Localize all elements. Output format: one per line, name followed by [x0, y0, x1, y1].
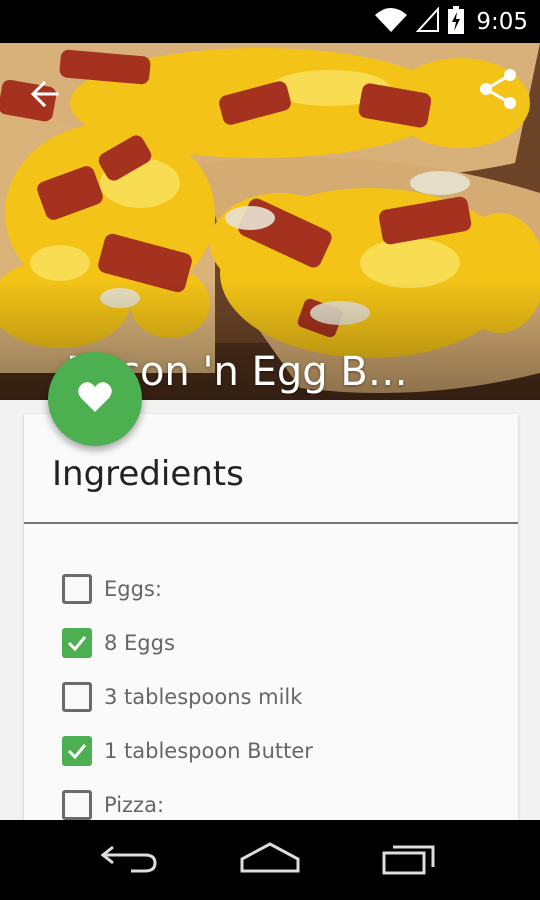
ingredient-checkbox-unchecked[interactable]: [62, 790, 92, 820]
system-nav-bar: [0, 820, 540, 900]
ingredients-heading: Ingredients: [52, 454, 244, 494]
ingredient-label: Eggs:: [104, 577, 162, 601]
checkmark-icon: [67, 636, 87, 652]
checkmark-icon: [67, 744, 87, 760]
arrow-back-icon: [29, 78, 61, 114]
ingredient-label: 3 tablespoons milk: [104, 685, 303, 709]
share-button[interactable]: [472, 65, 524, 117]
nav-recents-button[interactable]: [370, 830, 450, 890]
back-button[interactable]: [22, 73, 68, 119]
ingredient-checkbox-checked[interactable]: [62, 628, 92, 658]
ingredient-checkbox-unchecked[interactable]: [62, 682, 92, 712]
recents-nav-icon: [381, 841, 439, 879]
ingredient-item[interactable]: 8 Eggs: [62, 616, 313, 670]
home-nav-icon: [239, 841, 301, 879]
share-icon: [476, 67, 520, 115]
signal-icon: [416, 5, 440, 37]
ingredient-item[interactable]: 3 tablespoons milk: [62, 670, 313, 724]
favorite-button[interactable]: [48, 352, 142, 446]
status-icons: 9:05: [374, 0, 528, 43]
wifi-icon: [374, 7, 408, 37]
ingredient-list: Eggs: 8 Eggs 3 tablespoons milk 1 tables…: [62, 562, 313, 820]
status-bar: 9:05: [0, 0, 540, 43]
ingredients-card: Ingredients Eggs: 8 Eggs 3 tablespoons m…: [24, 414, 518, 820]
ingredient-item[interactable]: 1 tablespoon Butter: [62, 724, 313, 778]
nav-back-button[interactable]: [90, 830, 170, 890]
heart-icon: [77, 380, 113, 418]
back-nav-icon: [100, 841, 159, 879]
ingredient-item[interactable]: Pizza:: [62, 778, 313, 820]
ingredient-label: Pizza:: [104, 793, 165, 817]
ingredient-label: 8 Eggs: [104, 631, 175, 655]
divider: [24, 522, 518, 524]
ingredient-checkbox-checked[interactable]: [62, 736, 92, 766]
ingredient-checkbox-unchecked[interactable]: [62, 574, 92, 604]
recipe-content: Ingredients Eggs: 8 Eggs 3 tablespoons m…: [0, 400, 540, 820]
ingredient-item[interactable]: Eggs:: [62, 562, 313, 616]
nav-home-button[interactable]: [230, 830, 310, 890]
status-time: 9:05: [476, 8, 528, 35]
ingredient-label: 1 tablespoon Butter: [104, 739, 313, 763]
battery-charging-icon: [448, 5, 465, 38]
recipe-hero-image: Bacon 'n Egg B…: [0, 43, 540, 400]
